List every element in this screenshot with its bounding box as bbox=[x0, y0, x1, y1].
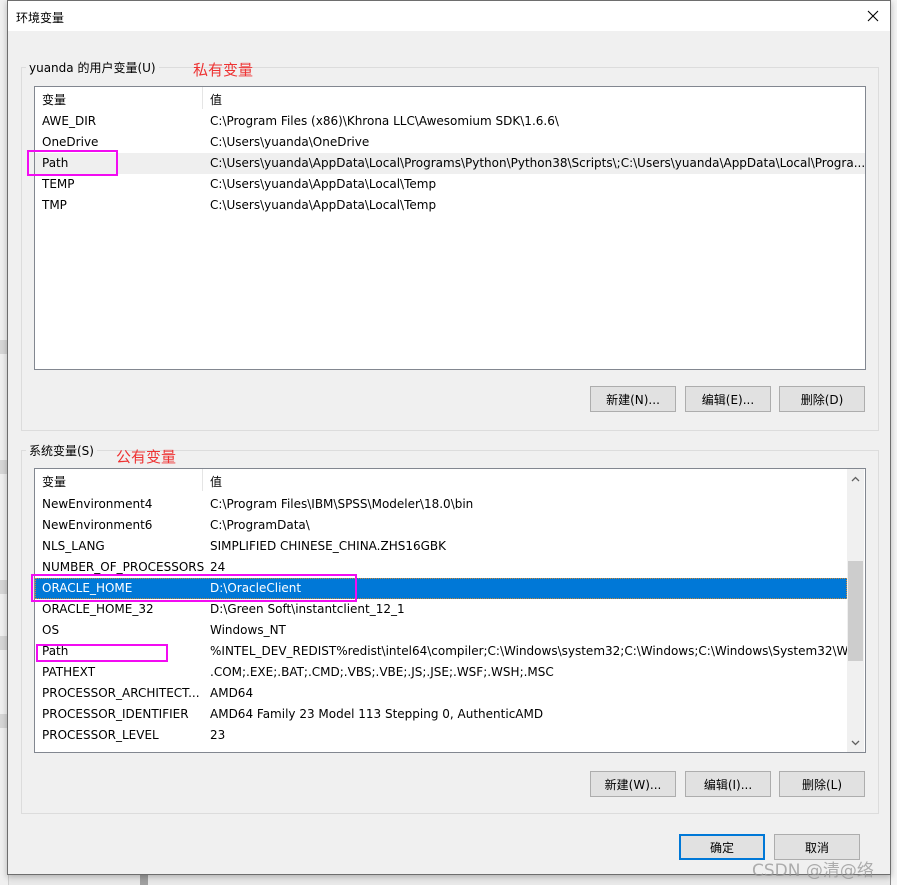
background-tab bbox=[0, 636, 7, 650]
scroll-up-button[interactable] bbox=[847, 470, 864, 487]
table-row[interactable]: PROCESSOR_IDENTIFIER AMD64 Family 23 Mode… bbox=[35, 704, 865, 725]
table-row[interactable]: PROCESSOR_LEVEL 23 bbox=[35, 725, 865, 746]
environment-variables-dialog: 环境变量 yuanda 的用户变量(U) 私有变量 变量 值 AWE_DIR C… bbox=[7, 0, 891, 875]
variable-name: NewEnvironment4 bbox=[42, 497, 153, 511]
dialog-title: 环境变量 bbox=[16, 11, 65, 25]
variable-name: NewEnvironment6 bbox=[42, 518, 153, 532]
variable-value: C:\Users\yuanda\AppData\Local\Programs\P… bbox=[210, 156, 866, 170]
table-row[interactable]: Path %INTEL_DEV_REDIST%redist\intel64\com… bbox=[35, 641, 865, 662]
private-variables-annotation: 私有变量 bbox=[193, 61, 254, 79]
table-row[interactable]: AWE_DIR C:\Program Files (x86)\Khrona LL… bbox=[35, 111, 865, 132]
table-row[interactable]: PROCESSOR_ARCHITECT... AMD64 bbox=[35, 683, 865, 704]
table-row[interactable]: NewEnvironment4 C:\Program Files\IBM\SPSS… bbox=[35, 494, 865, 515]
variable-name: OS bbox=[42, 623, 60, 637]
variable-value: C:\Users\yuanda\AppData\Local\Temp bbox=[210, 198, 437, 212]
table-row[interactable]: TMP C:\Users\yuanda\AppData\Local\Temp bbox=[35, 195, 865, 216]
table-row[interactable]: NLS_LANG SIMPLIFIED CHINESE_CHINA.ZHS16GB… bbox=[35, 536, 865, 557]
system-variables-label: 系统变量(S) bbox=[26, 442, 97, 459]
variable-value: C:\ProgramData\ bbox=[210, 518, 310, 532]
chevron-down-icon bbox=[851, 740, 860, 745]
user-variables-list[interactable]: 变量 值 AWE_DIR C:\Program Files (x86)\Khro… bbox=[34, 86, 866, 370]
close-icon bbox=[867, 10, 879, 22]
user-delete-button[interactable]: 删除(D) bbox=[779, 386, 865, 412]
variable-value: .COM;.EXE;.BAT;.CMD;.VBS;.VBE;.JS;.JSE;.… bbox=[210, 665, 554, 679]
scroll-down-button[interactable] bbox=[847, 734, 864, 751]
table-row[interactable]: NewEnvironment6 C:\ProgramData\ bbox=[35, 515, 865, 536]
table-row[interactable]: NUMBER_OF_PROCESSORS 24 bbox=[35, 557, 865, 578]
variable-name: ORACLE_HOME bbox=[42, 581, 133, 595]
user-edit-button[interactable]: 编辑(E)... bbox=[685, 386, 771, 412]
close-button[interactable] bbox=[860, 4, 886, 28]
variable-value: SIMPLIFIED CHINESE_CHINA.ZHS16GBK bbox=[210, 539, 447, 553]
chevron-up-icon bbox=[851, 476, 860, 481]
table-row[interactable]: ORACLE_HOME_32 D:\Green Soft\instantclien… bbox=[35, 599, 865, 620]
column-header-value[interactable]: 值 bbox=[210, 473, 222, 490]
background-tab bbox=[0, 460, 7, 474]
background-tab bbox=[0, 714, 7, 728]
table-row[interactable]: OS Windows_NT bbox=[35, 620, 865, 641]
variable-value: C:\Program Files\IBM\SPSS\Modeler\18.0\b… bbox=[210, 497, 474, 511]
table-row-selected[interactable]: ORACLE_HOME D:\OracleClient bbox=[35, 578, 847, 599]
user-new-button[interactable]: 新建(N)... bbox=[590, 386, 676, 412]
variable-name: ORACLE_HOME_32 bbox=[42, 602, 154, 616]
variable-value: C:\Program Files (x86)\Khrona LLC\Awesom… bbox=[210, 114, 559, 128]
variable-value: C:\Users\yuanda\AppData\Local\Temp bbox=[210, 177, 437, 191]
variable-name: NLS_LANG bbox=[42, 539, 105, 553]
variable-name: NUMBER_OF_PROCESSORS bbox=[42, 560, 205, 574]
system-edit-button[interactable]: 编辑(I)... bbox=[685, 771, 771, 797]
table-row[interactable]: TEMP C:\Users\yuanda\AppData\Local\Temp bbox=[35, 174, 865, 195]
system-list-scrollbar[interactable] bbox=[847, 469, 864, 752]
variable-value: D:\OracleClient bbox=[210, 581, 302, 595]
variable-value: Windows_NT bbox=[210, 623, 286, 637]
variable-value: %INTEL_DEV_REDIST%redist\intel64\compile… bbox=[210, 644, 859, 658]
variable-name: PROCESSOR_ARCHITECT... bbox=[42, 686, 200, 700]
column-separator[interactable] bbox=[202, 469, 203, 491]
variable-name: TMP bbox=[42, 198, 67, 212]
variable-name: TEMP bbox=[42, 177, 75, 191]
background-tab bbox=[0, 340, 7, 354]
table-row-hovered[interactable]: Path C:\Users\yuanda\AppData\Local\Progr… bbox=[35, 153, 865, 174]
system-delete-button[interactable]: 删除(L) bbox=[779, 771, 865, 797]
variable-value: C:\Users\yuanda\OneDrive bbox=[210, 135, 370, 149]
column-header-variable[interactable]: 变量 bbox=[42, 473, 66, 490]
list-header: 变量 值 bbox=[35, 87, 865, 109]
variable-value: AMD64 bbox=[210, 686, 254, 700]
table-row[interactable]: PATHEXT .COM;.EXE;.BAT;.CMD;.VBS;.VBE;.JS… bbox=[35, 662, 865, 683]
background-window-right bbox=[890, 0, 897, 885]
title-bar: 环境变量 bbox=[8, 1, 890, 31]
column-header-variable[interactable]: 变量 bbox=[42, 91, 66, 108]
variable-value: 23 bbox=[210, 728, 226, 742]
variable-name: PATHEXT bbox=[42, 665, 96, 679]
system-variables-list[interactable]: 变量 值 NewEnvironment4 C:\Program Files\IBM… bbox=[34, 468, 866, 753]
list-header: 变量 值 bbox=[35, 469, 865, 491]
variable-name: PROCESSOR_IDENTIFIER bbox=[42, 707, 189, 721]
table-row[interactable]: OneDrive C:\Users\yuanda\OneDrive bbox=[35, 132, 865, 153]
variable-name: Path bbox=[42, 644, 69, 658]
background-scroll-fragment bbox=[140, 874, 148, 885]
background-tab bbox=[0, 580, 7, 594]
variable-name: AWE_DIR bbox=[42, 114, 97, 128]
column-separator[interactable] bbox=[202, 87, 203, 109]
variable-value: D:\Green Soft\instantclient_12_1 bbox=[210, 602, 405, 616]
public-variables-annotation: 公有变量 bbox=[116, 448, 177, 466]
variable-name: PROCESSOR_LEVEL bbox=[42, 728, 159, 742]
column-header-value[interactable]: 值 bbox=[210, 91, 222, 108]
user-variables-label: yuanda 的用户变量(U) bbox=[26, 59, 159, 76]
variable-value: AMD64 Family 23 Model 113 Stepping 0, Au… bbox=[210, 707, 544, 721]
watermark: CSDN @清@络 bbox=[752, 861, 874, 881]
variable-name: OneDrive bbox=[42, 135, 99, 149]
scroll-thumb[interactable] bbox=[848, 561, 863, 661]
variable-name: Path bbox=[42, 156, 69, 170]
variable-value: 24 bbox=[210, 560, 226, 574]
system-new-button[interactable]: 新建(W)... bbox=[590, 771, 676, 797]
